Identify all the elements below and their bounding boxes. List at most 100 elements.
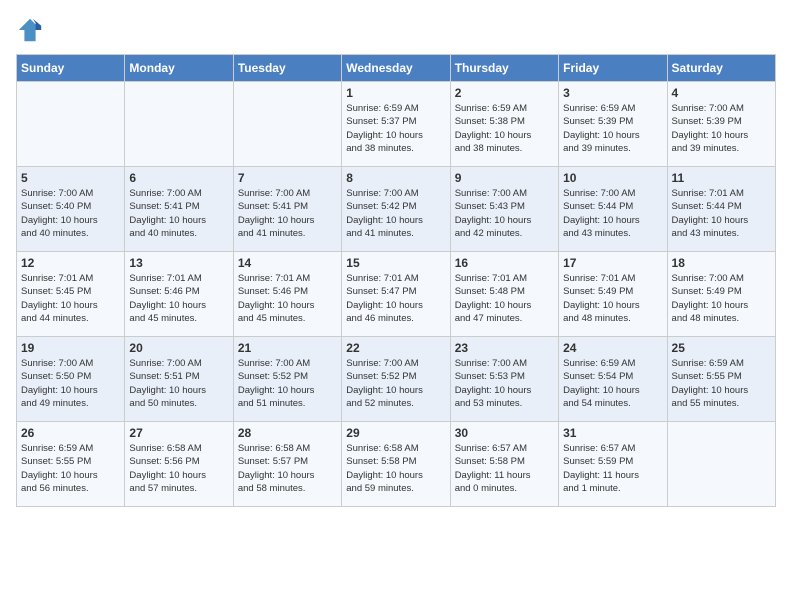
calendar-cell <box>667 422 775 507</box>
calendar-cell: 31 Sunrise: 6:57 AM Sunset: 5:59 PM Dayli… <box>559 422 667 507</box>
day-info: Sunrise: 7:01 AM Sunset: 5:47 PM Dayligh… <box>346 272 445 325</box>
day-info: Sunrise: 7:00 AM Sunset: 5:44 PM Dayligh… <box>563 187 662 240</box>
calendar-table: SundayMondayTuesdayWednesdayThursdayFrid… <box>16 54 776 507</box>
day-info: Sunrise: 6:59 AM Sunset: 5:55 PM Dayligh… <box>672 357 771 410</box>
calendar-cell: 24 Sunrise: 6:59 AM Sunset: 5:54 PM Dayli… <box>559 337 667 422</box>
calendar-week-row: 26Sunrise: 6:59 AM Sunset: 5:55 PM Dayli… <box>17 422 776 507</box>
day-number: 28 <box>238 426 337 440</box>
calendar-cell: 5 Sunrise: 7:00 AM Sunset: 5:40 PM Daylig… <box>17 167 125 252</box>
day-number: 14 <box>238 256 337 270</box>
calendar-cell: 13 Sunrise: 7:01 AM Sunset: 5:46 PM Dayli… <box>125 252 233 337</box>
day-info: Sunrise: 6:57 AM Sunset: 5:58 PM Dayligh… <box>455 442 554 495</box>
calendar-cell: 4 Sunrise: 7:00 AM Sunset: 5:39 PM Daylig… <box>667 82 775 167</box>
day-number: 1 <box>346 86 445 100</box>
calendar-cell: 8 Sunrise: 7:00 AM Sunset: 5:42 PM Daylig… <box>342 167 450 252</box>
day-info: Sunrise: 6:57 AM Sunset: 5:59 PM Dayligh… <box>563 442 662 495</box>
day-info: Sunrise: 6:59 AM Sunset: 5:38 PM Dayligh… <box>455 102 554 155</box>
day-number: 29 <box>346 426 445 440</box>
day-number: 27 <box>129 426 228 440</box>
calendar-week-row: 1 Sunrise: 6:59 AM Sunset: 5:37 PM Daylig… <box>17 82 776 167</box>
calendar-cell <box>233 82 341 167</box>
day-info: Sunrise: 7:00 AM Sunset: 5:52 PM Dayligh… <box>346 357 445 410</box>
day-number: 5 <box>21 171 120 185</box>
day-info: Sunrise: 7:01 AM Sunset: 5:48 PM Dayligh… <box>455 272 554 325</box>
day-info: Sunrise: 6:59 AM Sunset: 5:55 PM Dayligh… <box>21 442 120 495</box>
calendar-cell: 27 Sunrise: 6:58 AM Sunset: 5:56 PM Dayli… <box>125 422 233 507</box>
day-info: Sunrise: 7:00 AM Sunset: 5:49 PM Dayligh… <box>672 272 771 325</box>
weekday-header-row: SundayMondayTuesdayWednesdayThursdayFrid… <box>17 55 776 82</box>
day-info: Sunrise: 7:00 AM Sunset: 5:40 PM Dayligh… <box>21 187 120 240</box>
day-info: Sunrise: 6:59 AM Sunset: 5:37 PM Dayligh… <box>346 102 445 155</box>
day-number: 21 <box>238 341 337 355</box>
calendar-cell: 25 Sunrise: 6:59 AM Sunset: 5:55 PM Dayli… <box>667 337 775 422</box>
calendar-cell: 26Sunrise: 6:59 AM Sunset: 5:55 PM Dayli… <box>17 422 125 507</box>
day-number: 6 <box>129 171 228 185</box>
day-number: 2 <box>455 86 554 100</box>
calendar-cell: 20 Sunrise: 7:00 AM Sunset: 5:51 PM Dayli… <box>125 337 233 422</box>
day-number: 30 <box>455 426 554 440</box>
day-number: 9 <box>455 171 554 185</box>
calendar-cell <box>125 82 233 167</box>
calendar-cell: 6 Sunrise: 7:00 AM Sunset: 5:41 PM Daylig… <box>125 167 233 252</box>
calendar-cell: 11 Sunrise: 7:01 AM Sunset: 5:44 PM Dayli… <box>667 167 775 252</box>
day-number: 4 <box>672 86 771 100</box>
day-number: 24 <box>563 341 662 355</box>
day-info: Sunrise: 7:00 AM Sunset: 5:41 PM Dayligh… <box>238 187 337 240</box>
calendar-cell: 14 Sunrise: 7:01 AM Sunset: 5:46 PM Dayli… <box>233 252 341 337</box>
day-number: 23 <box>455 341 554 355</box>
day-number: 19 <box>21 341 120 355</box>
day-number: 22 <box>346 341 445 355</box>
day-info: Sunrise: 7:00 AM Sunset: 5:41 PM Dayligh… <box>129 187 228 240</box>
calendar-cell: 2 Sunrise: 6:59 AM Sunset: 5:38 PM Daylig… <box>450 82 558 167</box>
day-number: 31 <box>563 426 662 440</box>
day-number: 13 <box>129 256 228 270</box>
calendar-cell: 15 Sunrise: 7:01 AM Sunset: 5:47 PM Dayli… <box>342 252 450 337</box>
calendar-cell: 30 Sunrise: 6:57 AM Sunset: 5:58 PM Dayli… <box>450 422 558 507</box>
day-number: 17 <box>563 256 662 270</box>
day-info: Sunrise: 7:00 AM Sunset: 5:51 PM Dayligh… <box>129 357 228 410</box>
day-info: Sunrise: 6:59 AM Sunset: 5:39 PM Dayligh… <box>563 102 662 155</box>
calendar-cell: 9 Sunrise: 7:00 AM Sunset: 5:43 PM Daylig… <box>450 167 558 252</box>
calendar-cell: 10 Sunrise: 7:00 AM Sunset: 5:44 PM Dayli… <box>559 167 667 252</box>
day-number: 18 <box>672 256 771 270</box>
weekday-header-wednesday: Wednesday <box>342 55 450 82</box>
weekday-header-friday: Friday <box>559 55 667 82</box>
calendar-week-row: 12Sunrise: 7:01 AM Sunset: 5:45 PM Dayli… <box>17 252 776 337</box>
day-info: Sunrise: 6:59 AM Sunset: 5:54 PM Dayligh… <box>563 357 662 410</box>
day-info: Sunrise: 7:01 AM Sunset: 5:44 PM Dayligh… <box>672 187 771 240</box>
page-header <box>16 16 776 44</box>
day-number: 15 <box>346 256 445 270</box>
logo-icon <box>16 16 44 44</box>
day-info: Sunrise: 7:01 AM Sunset: 5:49 PM Dayligh… <box>563 272 662 325</box>
calendar-cell: 28 Sunrise: 6:58 AM Sunset: 5:57 PM Dayli… <box>233 422 341 507</box>
day-info: Sunrise: 6:58 AM Sunset: 5:58 PM Dayligh… <box>346 442 445 495</box>
day-info: Sunrise: 7:00 AM Sunset: 5:43 PM Dayligh… <box>455 187 554 240</box>
calendar-cell: 22 Sunrise: 7:00 AM Sunset: 5:52 PM Dayli… <box>342 337 450 422</box>
day-number: 11 <box>672 171 771 185</box>
day-info: Sunrise: 6:58 AM Sunset: 5:56 PM Dayligh… <box>129 442 228 495</box>
calendar-cell: 12Sunrise: 7:01 AM Sunset: 5:45 PM Dayli… <box>17 252 125 337</box>
day-number: 20 <box>129 341 228 355</box>
calendar-cell: 16 Sunrise: 7:01 AM Sunset: 5:48 PM Dayli… <box>450 252 558 337</box>
day-info: Sunrise: 7:00 AM Sunset: 5:42 PM Dayligh… <box>346 187 445 240</box>
weekday-header-sunday: Sunday <box>17 55 125 82</box>
calendar-week-row: 19Sunrise: 7:00 AM Sunset: 5:50 PM Dayli… <box>17 337 776 422</box>
day-info: Sunrise: 7:01 AM Sunset: 5:46 PM Dayligh… <box>238 272 337 325</box>
calendar-cell: 18 Sunrise: 7:00 AM Sunset: 5:49 PM Dayli… <box>667 252 775 337</box>
calendar-cell <box>17 82 125 167</box>
day-info: Sunrise: 7:00 AM Sunset: 5:39 PM Dayligh… <box>672 102 771 155</box>
weekday-header-thursday: Thursday <box>450 55 558 82</box>
day-info: Sunrise: 7:01 AM Sunset: 5:46 PM Dayligh… <box>129 272 228 325</box>
day-number: 16 <box>455 256 554 270</box>
day-number: 10 <box>563 171 662 185</box>
calendar-cell: 29 Sunrise: 6:58 AM Sunset: 5:58 PM Dayli… <box>342 422 450 507</box>
day-info: Sunrise: 7:00 AM Sunset: 5:53 PM Dayligh… <box>455 357 554 410</box>
day-number: 12 <box>21 256 120 270</box>
day-number: 25 <box>672 341 771 355</box>
calendar-week-row: 5 Sunrise: 7:00 AM Sunset: 5:40 PM Daylig… <box>17 167 776 252</box>
day-info: Sunrise: 6:58 AM Sunset: 5:57 PM Dayligh… <box>238 442 337 495</box>
calendar-cell: 19Sunrise: 7:00 AM Sunset: 5:50 PM Dayli… <box>17 337 125 422</box>
logo <box>16 16 48 44</box>
calendar-cell: 21Sunrise: 7:00 AM Sunset: 5:52 PM Dayli… <box>233 337 341 422</box>
day-number: 8 <box>346 171 445 185</box>
